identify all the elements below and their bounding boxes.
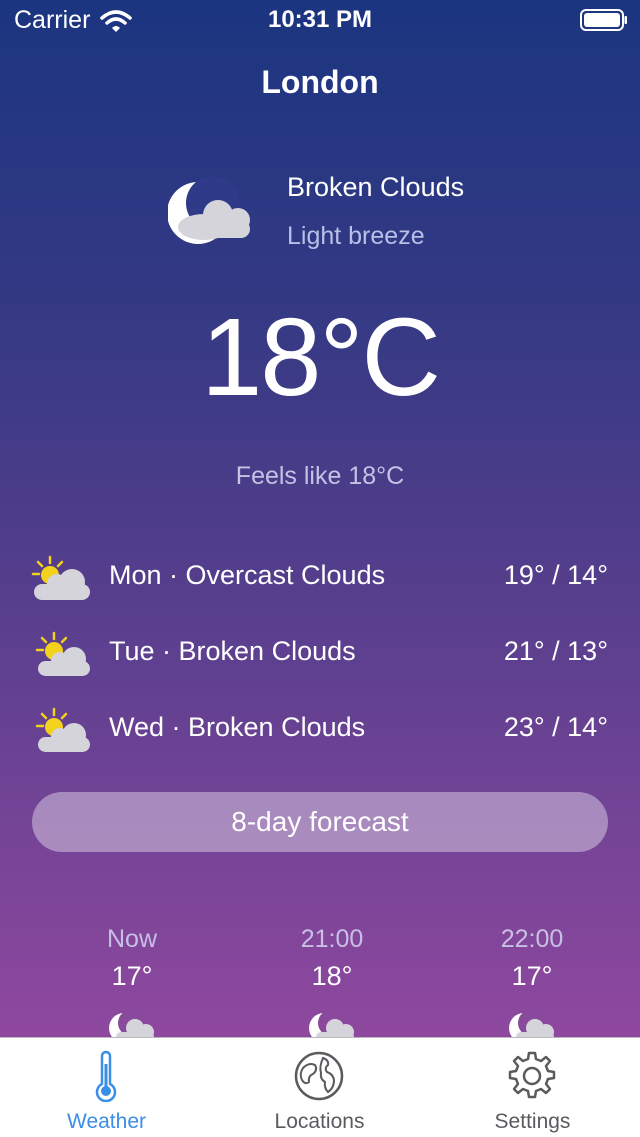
city-title: London xyxy=(261,64,379,100)
daily-summary: Mon · Overcast Clouds xyxy=(109,560,386,590)
wind-description: Light breeze xyxy=(287,222,425,250)
eight-day-forecast-button[interactable]: 8-day forecast xyxy=(32,792,608,852)
globe-icon xyxy=(294,1051,344,1101)
daily-row[interactable]: Mon · Overcast Clouds 19° / 14° xyxy=(30,550,608,610)
moon-cloud-icon xyxy=(168,176,250,244)
hourly-time: Now xyxy=(106,925,157,953)
hourly-temp: 17° xyxy=(111,961,153,991)
daily-temps: 21° / 13° xyxy=(503,636,608,666)
current-condition: Broken Clouds xyxy=(287,172,465,202)
moon-cloud-icon xyxy=(109,1010,154,1040)
tab-label: Locations xyxy=(274,1110,365,1133)
gear-icon xyxy=(508,1051,556,1099)
daily-summary: Tue · Broken Clouds xyxy=(109,636,356,666)
tab-settings[interactable]: Settings xyxy=(426,1038,639,1137)
tab-label: Settings xyxy=(494,1110,571,1133)
daily-summary: Wed · Broken Clouds xyxy=(109,712,366,742)
sun-cloud-icon xyxy=(35,631,90,676)
tab-bar: Weather Locations Settings xyxy=(0,1037,640,1137)
feels-like: Feels like 18°C xyxy=(235,462,405,490)
daily-temps: 23° / 14° xyxy=(503,712,608,742)
sun-cloud-icon xyxy=(35,707,90,752)
sun-cloud-icon xyxy=(31,555,90,600)
current-temperature: 18°C xyxy=(201,296,441,419)
hourly-temp: 18° xyxy=(311,961,353,991)
thermometer-icon xyxy=(95,1050,117,1102)
moon-cloud-icon xyxy=(509,1010,554,1040)
tab-weather[interactable]: Weather xyxy=(0,1038,213,1137)
hourly-time: 22:00 xyxy=(500,925,564,953)
daily-row[interactable]: Tue · Broken Clouds 21° / 13° xyxy=(30,626,608,686)
status-time: 10:31 PM xyxy=(267,6,373,33)
daily-row[interactable]: Wed · Broken Clouds 23° / 14° xyxy=(30,702,608,762)
tab-locations[interactable]: Locations xyxy=(213,1038,426,1137)
status-bar: Carrier 10:31 PM xyxy=(0,0,640,42)
hourly-time: 21:00 xyxy=(300,925,364,953)
tab-label: Weather xyxy=(67,1110,146,1133)
battery-icon xyxy=(580,9,627,31)
daily-temps: 19° / 14° xyxy=(503,560,608,590)
hourly-temp: 17° xyxy=(511,961,553,991)
moon-cloud-icon xyxy=(309,1010,354,1040)
